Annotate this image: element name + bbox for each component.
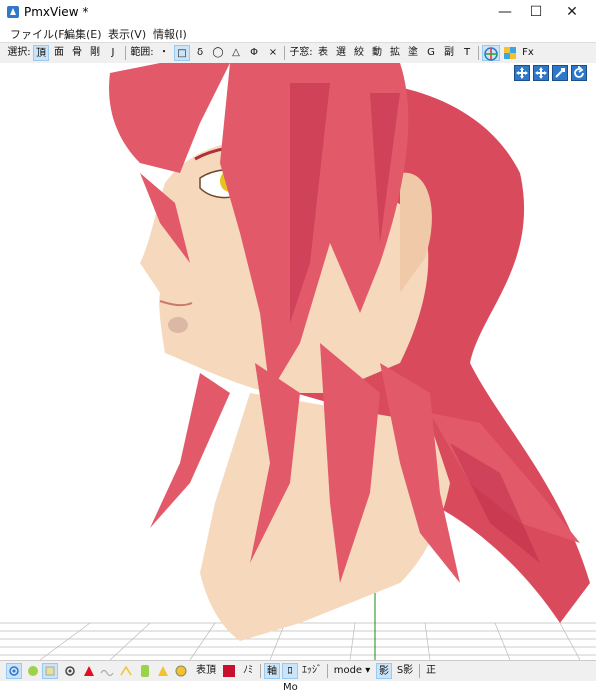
close-button[interactable]: ✕ — [554, 0, 590, 24]
axis-gizmo-button[interactable] — [482, 45, 500, 61]
morph-icon[interactable] — [138, 664, 152, 678]
range-label: 範囲: — [130, 47, 154, 58]
axis-toggle[interactable]: 軸 — [264, 663, 280, 679]
child-window-group[interactable]: G — [424, 45, 438, 61]
range-point-button[interactable]: ・ — [157, 45, 171, 61]
select-bone-button[interactable]: 骨 — [70, 45, 84, 61]
window-title: PmxView * — [24, 5, 89, 19]
maximize-button[interactable]: ☐ — [518, 0, 554, 24]
child-window-sub[interactable]: 副 — [442, 45, 456, 61]
select-label: 選択: — [7, 47, 31, 58]
range-triangle-button[interactable]: △ — [229, 45, 243, 61]
child-window-table[interactable]: 表 — [316, 45, 330, 61]
grid-icon — [504, 47, 516, 59]
edge-only-button[interactable]: ﾉﾐ — [240, 663, 256, 679]
range-circle-button[interactable]: ◯ — [211, 45, 225, 61]
edge-toggle[interactable]: ｴｯｼﾞ — [300, 663, 324, 679]
vertex-display-button[interactable] — [6, 663, 22, 679]
menu-edit[interactable]: 編集(E) — [64, 26, 102, 42]
axis-icon — [484, 47, 498, 61]
triangle-icon[interactable] — [82, 664, 96, 678]
vertex-icon — [9, 666, 19, 676]
child-window-label: 子窓: — [289, 47, 313, 58]
toolbar-divider — [284, 46, 285, 60]
bottombar-divider — [260, 664, 261, 678]
range-clear-button[interactable]: × — [266, 45, 280, 61]
texture-icon[interactable] — [174, 664, 188, 678]
menu-file[interactable]: ファイル(F) — [10, 26, 69, 42]
child-window-move[interactable]: 動 — [370, 45, 384, 61]
main-toolbar: 選択: 頂 面 骨 剛 J 範囲: ・ □ δ ◯ △ Φ × 子窓: 表 選 … — [0, 42, 596, 64]
wire-icon[interactable] — [100, 664, 114, 678]
child-window-t[interactable]: T — [460, 45, 474, 61]
menu-bar: ファイル(F) 編集(E) 表示(V) 情報(I) — [0, 24, 596, 42]
uv-icon[interactable] — [156, 664, 170, 678]
move-arrows-icon — [516, 67, 528, 79]
select-rigidbody-button[interactable]: 剛 — [88, 45, 102, 61]
select-face-button[interactable]: 面 — [52, 45, 66, 61]
title-bar: PmxView * — ☐ ✕ — [0, 0, 596, 24]
pan-arrows-icon — [535, 67, 547, 79]
zoom-arrow-icon — [555, 68, 565, 78]
bone-display-button[interactable] — [42, 663, 58, 679]
range-delta-button[interactable]: δ — [193, 45, 207, 61]
child-window-scale[interactable]: 拡 — [388, 45, 402, 61]
color-swatch-icon[interactable] — [222, 664, 236, 678]
child-window-filter[interactable]: 絞 — [352, 45, 366, 61]
shadow-toggle[interactable]: 影 — [376, 663, 392, 679]
show-vertex-label[interactable]: 表頂 — [194, 663, 218, 679]
menu-view[interactable]: 表示(V) — [108, 26, 146, 42]
grid-view-button[interactable] — [502, 45, 518, 61]
floor-grid — [0, 622, 596, 660]
select-joint-button[interactable]: J — [107, 45, 119, 61]
zoom-view-button[interactable] — [552, 65, 568, 81]
menu-info[interactable]: 情報(I) — [153, 26, 187, 42]
move-view-button[interactable] — [514, 65, 530, 81]
orthographic-toggle[interactable]: 正 — [424, 663, 438, 679]
child-window-select[interactable]: 選 — [334, 45, 348, 61]
range-phi-button[interactable]: Φ — [247, 45, 261, 61]
rigidbody-icon[interactable] — [63, 664, 77, 678]
toolbar-divider — [125, 46, 126, 60]
3d-viewport[interactable] — [0, 63, 596, 660]
select-vertex-button[interactable]: 頂 — [33, 45, 49, 61]
normal-icon[interactable] — [119, 664, 133, 678]
range-rect-button[interactable]: □ — [174, 45, 190, 61]
material-icon[interactable] — [26, 664, 40, 678]
bottombar-divider — [419, 664, 420, 678]
cheek-shade — [168, 317, 188, 333]
mode-select[interactable]: mode ▾ — [332, 663, 372, 679]
pmxview-app-icon — [7, 6, 19, 18]
bone-icon — [45, 666, 55, 676]
bottom-toolbar: 表頂 ﾉﾐ 軸 ﾛMo ｴｯｼﾞ mode ▾ 影 S影 正 — [0, 660, 596, 693]
child-window-paint[interactable]: 塗 — [406, 45, 420, 61]
rotate-icon — [574, 64, 584, 78]
pan-view-button[interactable] — [533, 65, 549, 81]
bottombar-divider — [327, 664, 328, 678]
model-render — [0, 63, 596, 660]
self-shadow-toggle[interactable]: S影 — [395, 663, 415, 679]
local-mode-toggle[interactable]: ﾛMo — [282, 663, 298, 693]
fx-button[interactable]: Fx — [521, 45, 535, 61]
toolbar-divider — [478, 46, 479, 60]
rotate-view-button[interactable] — [571, 64, 587, 81]
